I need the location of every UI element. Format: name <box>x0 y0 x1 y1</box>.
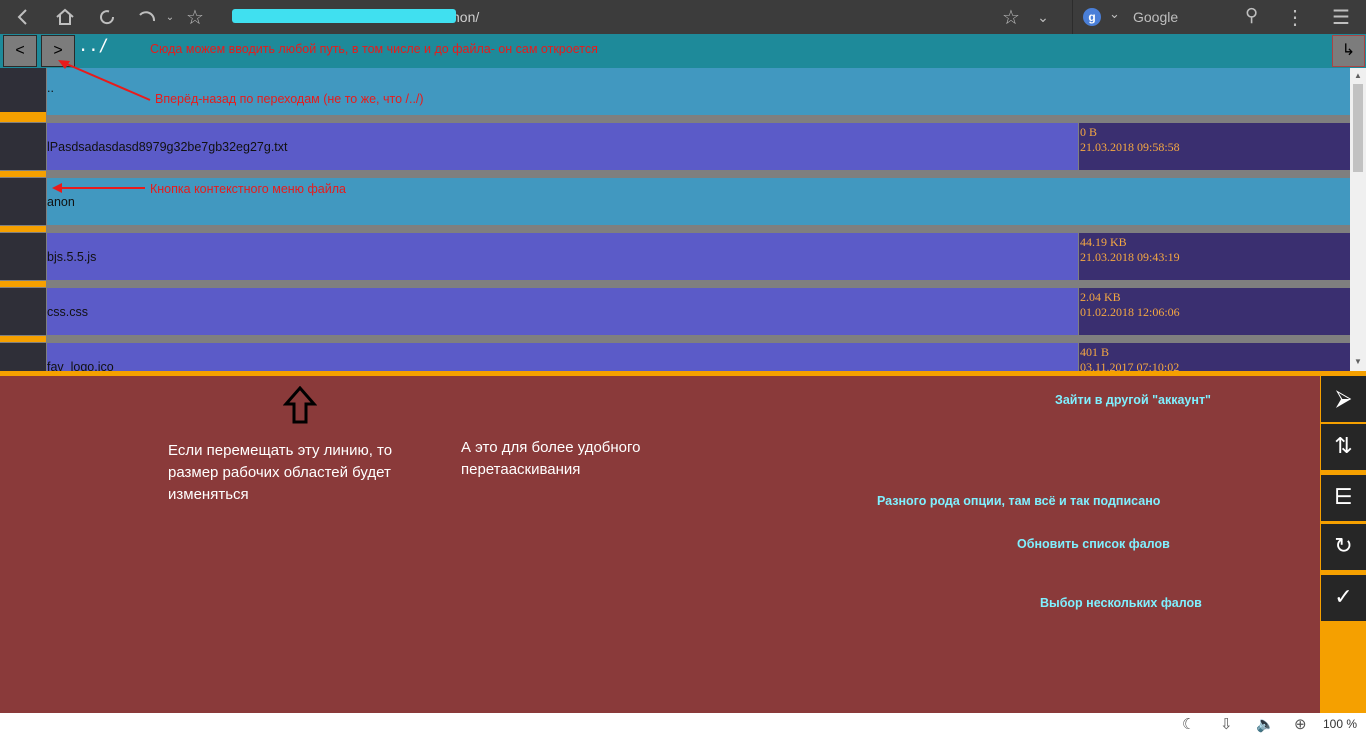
download-icon[interactable]: ⇩ <box>1220 715 1233 733</box>
zoom-level[interactable]: 100 % <box>1323 717 1357 731</box>
night-mode-icon[interactable]: ☾ <box>1182 715 1195 733</box>
check-icon[interactable]: ✓ <box>1321 575 1366 621</box>
account-note: Зайти в другой "аккаунт" <box>1055 393 1211 407</box>
volume-icon[interactable]: 🔈 <box>1256 715 1275 733</box>
select-note: Выбор нескольких фалов <box>1040 596 1202 610</box>
options-icon[interactable]: ⋿ <box>1321 475 1366 521</box>
status-bar: ☾ ⇩ 🔈 ⊕ 100 % <box>0 713 1366 736</box>
up-arrow-icon <box>283 386 317 424</box>
zoom-icon[interactable]: ⊕ <box>1294 715 1307 733</box>
refresh-note: Обновить список фалов <box>1017 537 1170 551</box>
drag-note: А это для более удобного перетааскивания <box>461 439 641 478</box>
options-note: Разного рода опции, там всё и так подпис… <box>877 494 1161 508</box>
login-icon[interactable]: ⮚ <box>1321 376 1366 422</box>
sort-icon[interactable]: ⇅ <box>1321 424 1366 470</box>
refresh-icon[interactable]: ↻ <box>1321 524 1366 570</box>
resize-note: Если перемещать эту линию, то размер раб… <box>168 442 393 503</box>
